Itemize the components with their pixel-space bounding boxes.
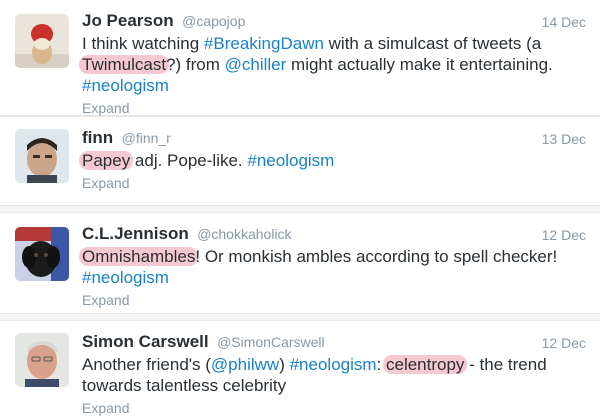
tweet-header: finn @finn_r 13 Dec (82, 128, 586, 150)
tweet-item[interactable]: Jo Pearson @capojop 14 Dec I think watch… (0, 0, 600, 116)
tweet-text-segment: with a simulcast of tweets (a (323, 34, 542, 53)
avatar-image (15, 227, 69, 281)
tweet-text-segment: ! Or monkish ambles according to spell c… (195, 247, 558, 266)
user-name[interactable]: Jo Pearson (82, 11, 174, 30)
user-name[interactable]: C.L.Jennison (82, 224, 189, 243)
user-name[interactable]: finn (82, 128, 113, 147)
highlighted-word: Omnishambles (79, 247, 199, 266)
tweet-text: Another friend's (@philww) #neologism: c… (82, 354, 586, 396)
avatar[interactable] (15, 129, 69, 183)
tweet-timeline: Jo Pearson @capojop 14 Dec I think watch… (0, 0, 600, 418)
tweet-timestamp[interactable]: 12 Dec (542, 227, 586, 243)
tweet-content: C.L.Jennison @chokkaholick 12 Dec Omnish… (79, 224, 586, 308)
tweet-text-segment: Another friend's ( (82, 355, 211, 374)
avatar-image (15, 333, 69, 387)
avatar[interactable] (15, 227, 69, 281)
tweet-timestamp[interactable]: 13 Dec (542, 131, 586, 147)
tweet-content: Jo Pearson @capojop 14 Dec I think watch… (79, 11, 586, 116)
hashtag-link[interactable]: #BreakingDawn (204, 34, 324, 53)
hashtag-link[interactable]: #neologism (82, 76, 169, 95)
expand-link[interactable]: Expand (82, 400, 586, 416)
tweet-item[interactable]: C.L.Jennison @chokkaholick 12 Dec Omnish… (0, 212, 600, 314)
user-handle[interactable]: @SimonCarswell (217, 334, 325, 350)
tweet-text: I think watching #BreakingDawn with a si… (79, 33, 586, 96)
user-handle[interactable]: @finn_r (122, 130, 171, 146)
tweet-header: C.L.Jennison @chokkaholick 12 Dec (82, 224, 586, 246)
user-handle[interactable]: @capojop (182, 13, 245, 29)
tweet-text: Omnishambles! Or monkish ambles accordin… (79, 246, 586, 288)
tweet-text: Papey adj. Pope-like. #neologism (79, 150, 586, 171)
tweet-header: Simon Carswell @SimonCarswell 12 Dec (82, 332, 586, 354)
tweet-text-segment: ?) from (166, 55, 225, 74)
mention-link[interactable]: @philww (211, 355, 279, 374)
hashtag-link[interactable]: #neologism (247, 151, 334, 170)
expand-link[interactable]: Expand (82, 292, 586, 308)
expand-link[interactable]: Expand (82, 100, 586, 116)
user-name[interactable]: Simon Carswell (82, 332, 209, 351)
tweet-text-segment: adj. Pope-like. (130, 151, 248, 170)
tweet-content: finn @finn_r 13 Dec Papey adj. Pope-like… (79, 128, 586, 191)
highlighted-word: Twimulcast (79, 55, 170, 74)
mention-link[interactable]: @chiller (225, 55, 287, 74)
avatar[interactable] (15, 333, 69, 387)
avatar-image (15, 14, 69, 68)
tweet-header: Jo Pearson @capojop 14 Dec (82, 11, 586, 33)
tweet-content: Simon Carswell @SimonCarswell 12 Dec Ano… (82, 332, 586, 416)
hashtag-link[interactable]: #neologism (290, 355, 377, 374)
avatar-image (15, 129, 69, 183)
highlighted-word: Papey (79, 151, 134, 170)
tweet-text-segment: I think watching (82, 34, 204, 53)
tweet-text-segment: ) (279, 355, 290, 374)
avatar[interactable] (15, 14, 69, 68)
tweet-item[interactable]: finn @finn_r 13 Dec Papey adj. Pope-like… (0, 116, 600, 206)
hashtag-link[interactable]: #neologism (82, 268, 169, 287)
tweet-text-segment: might actually make it entertaining. (286, 55, 553, 74)
tweet-item[interactable]: Simon Carswell @SimonCarswell 12 Dec Ano… (0, 320, 600, 418)
user-handle[interactable]: @chokkaholick (197, 226, 291, 242)
expand-link[interactable]: Expand (82, 175, 586, 191)
tweet-timestamp[interactable]: 14 Dec (542, 14, 586, 30)
highlighted-word: celentropy (383, 355, 468, 374)
tweet-timestamp[interactable]: 12 Dec (542, 335, 586, 351)
